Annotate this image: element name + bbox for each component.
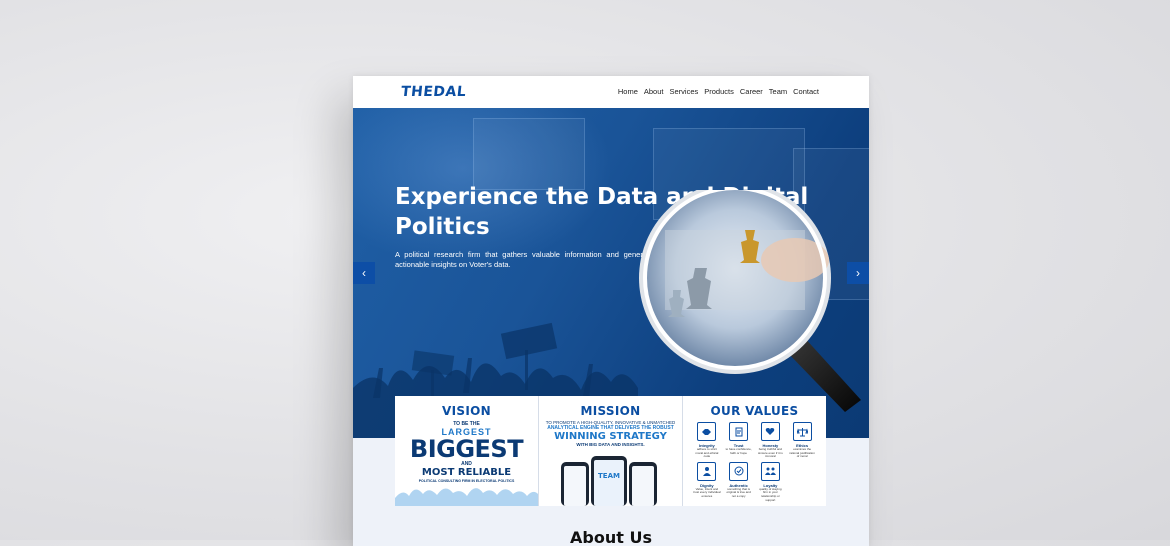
- vision-line: MOST RELIABLE: [421, 467, 512, 478]
- value-desc: quality of staying firm in your relation…: [759, 486, 782, 502]
- nav-menu: Home About Services Products Career Team…: [618, 87, 819, 96]
- phone-app-logo: TEAM: [598, 472, 620, 480]
- feature-cards: VISION TO BE THE LARGEST BIGGEST AND MOS…: [395, 396, 826, 506]
- magnifier-image: [639, 190, 861, 412]
- heart-hands-icon: [760, 422, 780, 441]
- navbar: THEDAL Home About Services Products Care…: [353, 76, 869, 108]
- value-item: Ethics examines the rational justificati…: [788, 422, 816, 459]
- value-item: Loyalty quality of staying firm in your …: [757, 461, 785, 502]
- value-item: Authentic something that is original & t…: [725, 461, 753, 502]
- badge-icon: [729, 461, 749, 481]
- website-mockup: THEDAL Home About Services Products Care…: [353, 76, 869, 546]
- mission-line: WINNING STRATEGY: [554, 431, 667, 442]
- value-desc: examines the rational justification of m…: [789, 447, 815, 459]
- hero-description: A political research firm that gathers v…: [395, 250, 657, 269]
- value-desc: being truthful and sincere even if it is…: [758, 447, 783, 459]
- background-screen: [473, 118, 585, 190]
- chevron-left-icon: ‹: [362, 266, 366, 280]
- slider-prev-button[interactable]: ‹: [353, 262, 375, 284]
- value-item: Integrity adhere to strict moral and eth…: [693, 422, 721, 459]
- crowd-graphic: [395, 488, 538, 506]
- nav-item-contact[interactable]: Contact: [793, 87, 819, 96]
- values-grid: Integrity adhere to strict moral and eth…: [683, 418, 826, 502]
- nav-item-home[interactable]: Home: [618, 87, 638, 96]
- slider-next-button[interactable]: ›: [847, 262, 869, 284]
- phone-center: TEAM: [591, 456, 627, 506]
- chevron-right-icon: ›: [856, 266, 860, 280]
- brand-logo[interactable]: THEDAL: [400, 84, 467, 100]
- hero-slider: Experience the Data and Digital Politics…: [353, 108, 869, 438]
- vision-card: VISION TO BE THE LARGEST BIGGEST AND MOS…: [395, 396, 539, 506]
- vision-line: BIGGEST: [409, 435, 524, 463]
- nav-item-about[interactable]: About: [644, 87, 664, 96]
- about-heading: About Us: [570, 528, 652, 546]
- phone-mockups: TEAM: [561, 456, 661, 506]
- nav-item-products[interactable]: Products: [704, 87, 734, 96]
- mission-card: MISSION TO PROMOTE A HIGH-QUALITY, INNOV…: [539, 396, 683, 506]
- nav-item-services[interactable]: Services: [669, 87, 698, 96]
- nav-item-team[interactable]: Team: [769, 87, 787, 96]
- mission-title: MISSION: [580, 404, 641, 418]
- person-icon: [697, 461, 717, 481]
- values-title: OUR VALUES: [710, 404, 799, 418]
- value-item: Trust to have confidence, faith or hope: [725, 422, 753, 459]
- values-card: OUR VALUES Integrity adhere to strict mo…: [683, 396, 826, 506]
- value-item: Honesty being truthful and sincere even …: [757, 422, 785, 459]
- value-desc: to have confidence, faith or hope: [725, 447, 752, 455]
- value-desc: adhere to strict moral and ethical code: [695, 447, 719, 459]
- value-item: Dignity Value, Intent and trust every in…: [693, 461, 721, 502]
- nav-item-career[interactable]: Career: [740, 87, 763, 96]
- handshake-icon: [697, 422, 717, 441]
- value-desc: something that is original & true and no…: [726, 486, 751, 498]
- vision-title: VISION: [442, 404, 491, 418]
- phone-right: [629, 462, 657, 506]
- agreement-icon: [729, 422, 749, 441]
- phone-left: [561, 462, 589, 506]
- group-icon: [760, 461, 780, 481]
- scales-icon: [792, 422, 812, 441]
- mission-line: WITH BIG DATA AND INSIGHTS.: [576, 442, 645, 447]
- value-desc: Value, Intent and trust every individual…: [693, 486, 721, 498]
